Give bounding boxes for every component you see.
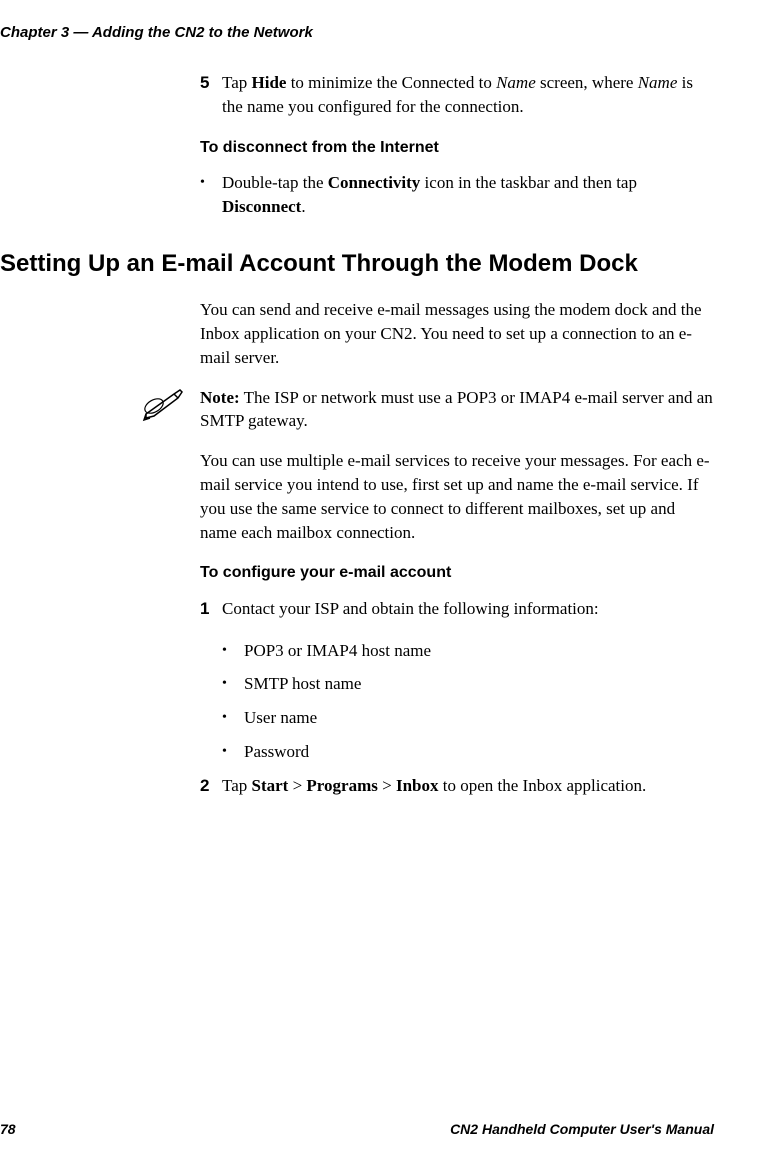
programs-label: Programs [306,776,377,795]
note-text: Note: The ISP or network must use a POP3… [200,386,714,434]
text: Tap [222,776,252,795]
bullet-icon: • [200,171,222,219]
step-2: 2 Tap Start > Programs > Inbox to open t… [200,774,714,798]
connectivity-label: Connectivity [328,173,421,192]
hide-label: Hide [252,73,287,92]
disconnect-bullet: • Double-tap the Connectivity icon in th… [200,171,714,219]
bullet-icon: • [222,639,244,663]
note-block: Note: The ISP or network must use a POP3… [140,386,714,434]
list-item: • SMTP host name [222,672,714,696]
list-text: Password [244,740,309,764]
page-footer: 78 CN2 Handheld Computer User's Manual [0,1120,714,1140]
name-placeholder: Name [496,73,536,92]
step-text: Contact your ISP and obtain the followin… [222,597,714,621]
bullet-icon: • [222,706,244,730]
note-label: Note: [200,388,240,407]
disconnect-heading: To disconnect from the Internet [200,137,714,159]
bullet-icon: • [222,672,244,696]
intro-paragraph: You can send and receive e-mail messages… [200,298,714,369]
disconnect-label: Disconnect [222,197,301,216]
step-number: 5 [200,71,222,119]
text: to open the Inbox application. [439,776,647,795]
text: . [301,197,305,216]
text: Tap [222,73,252,92]
list-text: SMTP host name [244,672,361,696]
list-item: • POP3 or IMAP4 host name [222,639,714,663]
step-number: 1 [200,597,222,621]
bullet-text: Double-tap the Connectivity icon in the … [222,171,714,219]
step-5: 5 Tap Hide to minimize the Connected to … [200,71,714,119]
note-icon [140,386,200,434]
chapter-header: Chapter 3 — Adding the CN2 to the Networ… [0,22,714,43]
start-label: Start [252,776,289,795]
list-text: POP3 or IMAP4 host name [244,639,431,663]
list-text: User name [244,706,317,730]
multi-service-paragraph: You can use multiple e-mail services to … [200,449,714,544]
text: Double-tap the [222,173,328,192]
text: The ISP or network must use a POP3 or IM… [200,388,713,431]
text: screen, where [536,73,638,92]
step-1: 1 Contact your ISP and obtain the follow… [200,597,714,621]
inbox-label: Inbox [396,776,439,795]
list-item: • Password [222,740,714,764]
text: > [378,776,396,795]
section-heading: Setting Up an E-mail Account Through the… [0,247,714,281]
bullet-icon: • [222,740,244,764]
list-item: • User name [222,706,714,730]
name-placeholder: Name [638,73,678,92]
page-number: 78 [0,1120,16,1140]
step-text: Tap Hide to minimize the Connected to Na… [222,71,714,119]
step-number: 2 [200,774,222,798]
text: > [288,776,306,795]
configure-heading: To configure your e-mail account [200,562,714,584]
text: icon in the taskbar and then tap [420,173,637,192]
step-text: Tap Start > Programs > Inbox to open the… [222,774,714,798]
footer-title: CN2 Handheld Computer User's Manual [450,1120,714,1140]
text: to minimize the Connected to [286,73,496,92]
